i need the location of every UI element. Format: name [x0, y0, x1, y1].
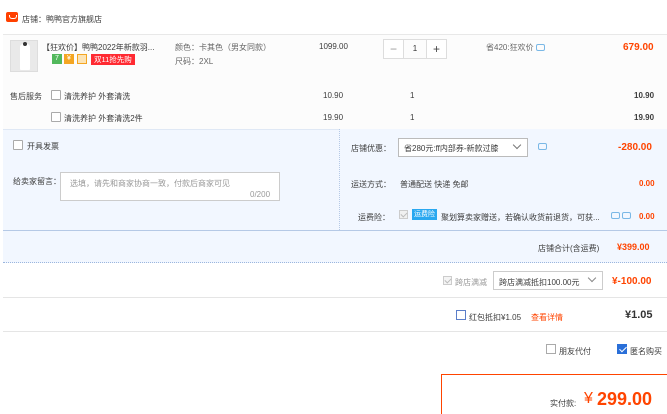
shop-name[interactable]: 店铺：鸭鸭官方旗舰店 [22, 14, 102, 25]
service-name-2: 清洗养护 外套清洗2件 [64, 114, 143, 123]
seven-day-return-badge: 7 [52, 54, 62, 64]
insurance-amount: 0.00 [639, 212, 655, 221]
shipping-label: 运送方式： [351, 180, 391, 189]
unit-price: 1099.00 [319, 42, 348, 51]
sku-size: 尺码：2XL [175, 57, 214, 66]
card-icon [77, 54, 87, 64]
shipping-amount: 0.00 [639, 179, 655, 188]
anonymous-label: 匿名购买 [630, 347, 662, 356]
shop-icon [6, 12, 18, 22]
service-qty-2: 1 [410, 113, 415, 122]
insurance-badge: 运费险 [412, 209, 437, 220]
invoice-checkbox[interactable] [13, 140, 23, 150]
hongbao-checkbox[interactable] [456, 310, 466, 320]
discount-label: 跨店满减 [455, 278, 487, 287]
service-checkbox-1[interactable] [51, 90, 61, 100]
after-sales-label: 售后服务 [10, 92, 42, 101]
increment-button[interactable]: + [427, 39, 447, 59]
service-checkbox-2[interactable] [51, 112, 61, 122]
service-total-1: 10.90 [634, 91, 655, 100]
service-total-2: 19.90 [634, 113, 655, 122]
chat-icon[interactable] [611, 212, 620, 220]
discount-selected: 跨店满减抵扣100.00元 [499, 278, 580, 287]
service-name-1: 清洗养护 外套清洗 [64, 92, 131, 101]
info-icons[interactable] [611, 211, 632, 220]
hongbao-amount: ¥1.05 [625, 309, 653, 321]
payment-currency: ¥ [584, 390, 593, 407]
hongbao-label: 红包抵扣¥1.05 [469, 313, 522, 322]
quantity-input[interactable]: 1 [403, 39, 427, 59]
discount-checkbox [443, 276, 452, 285]
shop-total-value: ¥399.00 [617, 242, 650, 252]
insurance-checkbox [399, 210, 408, 219]
chat-icon[interactable] [622, 212, 632, 220]
sku-color: 颜色：卡其色（男女同款） [175, 43, 271, 52]
chat-icon[interactable] [538, 143, 547, 150]
service-qty-1: 1 [410, 91, 415, 100]
shop-total-label: 店铺合计(含运费) [538, 244, 600, 253]
hongbao-row [3, 298, 667, 332]
service-price-1: 10.90 [323, 91, 344, 100]
insurance-label: 运费险： [358, 213, 390, 222]
chat-icon[interactable] [535, 44, 545, 52]
message-label: 给卖家留言： [13, 177, 61, 186]
product-thumbnail[interactable] [10, 40, 38, 72]
savings-text: 省420:狂欢价 [486, 42, 545, 53]
payment-amount: 299.00 [597, 389, 653, 409]
service-price-2: 19.90 [323, 113, 344, 122]
credit-pay-badge: ¥ [64, 54, 74, 64]
anonymous-checkbox[interactable] [617, 344, 627, 354]
decrement-button[interactable]: − [383, 39, 403, 59]
hongbao-details-link[interactable]: 查看详情 [531, 312, 563, 323]
item-total: 679.00 [623, 42, 654, 53]
friend-pay-checkbox[interactable] [546, 344, 556, 354]
discount-amount: ¥-100.00 [612, 276, 652, 287]
coupon-label: 店铺优惠： [351, 144, 391, 153]
quantity-stepper: − 1 + [383, 39, 447, 59]
product-title-link[interactable]: 【狂欢价】鸭鸭2022年新款羽... [42, 42, 167, 53]
coupon-selected: 省280元:ff内部券-新款过膝 [404, 144, 499, 153]
shipping-method: 普通配送 快递 免邮 [400, 180, 469, 189]
invoice-label: 开具发票 [27, 142, 59, 151]
friend-pay-label: 朋友代付 [559, 347, 591, 356]
insurance-text: 聚划算卖家赠送，若确认收货前退货，可获... [441, 213, 600, 222]
message-char-count: 0/200 [250, 190, 271, 199]
double11-badge: 双11抢先购 [91, 54, 135, 65]
payment-label: 实付款: [550, 399, 577, 408]
message-placeholder: 选填，请先和商家协商一致，付款后商家可见 [70, 179, 230, 188]
coupon-amount: -280.00 [618, 142, 652, 153]
